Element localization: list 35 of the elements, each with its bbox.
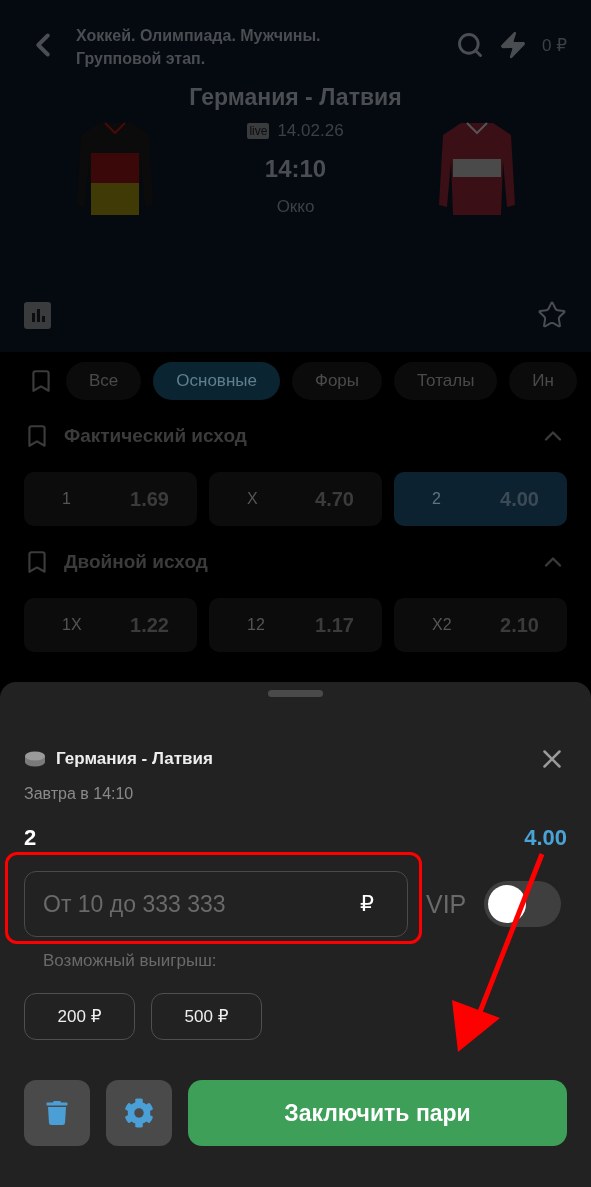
match-title: Германия - Латвия [188, 84, 403, 111]
market-title: Двойной исход [64, 551, 209, 573]
trash-icon[interactable] [45, 1101, 69, 1125]
favorite-star-button[interactable] [537, 300, 567, 330]
event-title: Германия - Латвия [56, 749, 214, 769]
place-bet-button[interactable]: Заключить пари [188, 1080, 567, 1146]
quick-stake-button[interactable]: 500 ₽ [151, 993, 262, 1040]
market-tab[interactable]: Основные [153, 362, 280, 400]
market-tab[interactable]: Ин [509, 362, 577, 400]
search-button[interactable] [456, 31, 484, 59]
currency-sign: ₽ [360, 891, 374, 917]
balance[interactable]: 0 ₽ [542, 34, 567, 56]
match-time: 14:10 [264, 155, 327, 183]
statistics-button[interactable] [24, 301, 51, 329]
drag-handle[interactable] [268, 690, 323, 697]
gear-icon[interactable] [124, 1098, 154, 1128]
quick-stake-button[interactable]: 200 ₽ [24, 993, 135, 1040]
market-tab[interactable]: Форы [291, 362, 383, 400]
vip-toggle[interactable] [484, 881, 562, 927]
bar-chart-icon[interactable] [29, 307, 46, 323]
settings-button[interactable] [106, 1080, 172, 1146]
market-tab[interactable]: Все [66, 362, 142, 400]
broadcaster: Окко [276, 197, 315, 217]
selected-outcome: 2 [24, 825, 37, 851]
vip-label: VIP [426, 889, 467, 919]
match-date: 14.02.26 [277, 121, 344, 141]
possible-win-label: Возможный выигрыш: [42, 951, 218, 971]
puck-icon [24, 751, 46, 767]
market-title: Фактический исход [64, 425, 248, 447]
lightning-button[interactable] [498, 30, 528, 60]
tournament-title: Хоккей. Олимпиада. Мужчины. Групповой этап. [76, 26, 322, 69]
market-tab[interactable]: Тоталы [394, 362, 498, 400]
event-time: Завтра в 14:10 [24, 785, 135, 803]
selected-odds: 4.00 [524, 825, 567, 851]
delete-button[interactable] [24, 1080, 90, 1146]
